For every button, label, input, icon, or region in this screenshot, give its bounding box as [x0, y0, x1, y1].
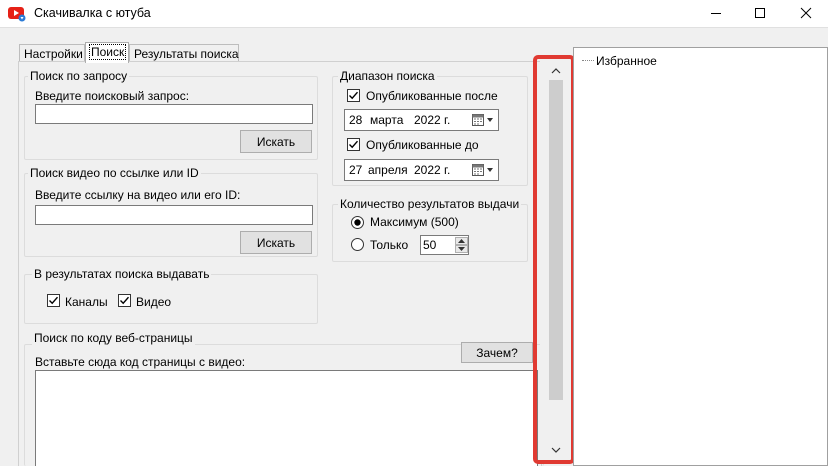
window-title: Скачивалка с ютуба — [34, 6, 151, 20]
minimize-icon — [710, 7, 722, 22]
results-include-legend: В результатах поиска выдавать — [32, 267, 212, 281]
tab-settings[interactable]: Настройки — [19, 44, 85, 62]
maximum-label: Максимум (500) — [370, 215, 459, 229]
published-after-checkbox[interactable] — [347, 89, 360, 102]
only-count-stepper[interactable]: 50 — [420, 235, 469, 255]
search-link-button[interactable]: Искать — [240, 231, 312, 254]
minimize-button[interactable] — [694, 0, 738, 28]
stepper-up-icon[interactable] — [455, 237, 468, 245]
published-after-date-picker[interactable]: 28 марта 2022 г. — [344, 109, 499, 131]
tab-search-results-label: Результаты поиска — [134, 47, 239, 61]
search-link-prompt: Введите ссылку на видео или его ID: — [35, 188, 241, 202]
date-year: 2022 г. — [414, 113, 451, 127]
video-link-input[interactable] — [35, 205, 313, 225]
published-before-label: Опубликованные до — [366, 138, 479, 152]
youtube-download-icon — [8, 6, 26, 22]
channels-checkbox[interactable] — [47, 294, 60, 307]
tab-settings-label: Настройки — [24, 47, 83, 61]
channels-label: Каналы — [65, 295, 108, 309]
calendar-icon — [472, 164, 496, 180]
date-day: 28 — [349, 113, 363, 127]
check-icon — [349, 91, 359, 100]
published-before-checkbox[interactable] — [347, 138, 360, 151]
title-bar: Скачивалка с ютуба — [0, 0, 828, 28]
videos-label: Видео — [136, 295, 172, 309]
why-button[interactable]: Зачем? — [461, 342, 533, 363]
tab-search-label: Поиск — [88, 44, 127, 60]
close-button[interactable] — [784, 0, 828, 28]
search-query-button[interactable]: Искать — [240, 130, 312, 153]
search-query-legend: Поиск по запросу — [28, 69, 130, 83]
page-code-legend: Поиск по коду веб-страницы — [32, 331, 195, 345]
check-icon — [120, 296, 130, 305]
tab-search[interactable]: Поиск — [85, 42, 129, 63]
search-link-legend: Поиск видео по ссылке или ID — [28, 166, 201, 180]
only-count-value: 50 — [423, 238, 437, 252]
check-icon — [349, 140, 359, 149]
search-query-prompt: Введите поисковый запрос: — [35, 89, 190, 103]
maximize-button[interactable] — [738, 0, 782, 28]
calendar-icon — [472, 114, 496, 130]
date-day: 27 — [349, 163, 363, 177]
page-code-textarea[interactable] — [35, 370, 538, 466]
stepper-down-icon[interactable] — [455, 245, 468, 253]
published-before-date-picker[interactable]: 27 апреля 2022 г. — [344, 159, 499, 181]
only-label: Только — [370, 238, 409, 252]
scrollbar-highlight-frame — [533, 55, 575, 464]
results-count-legend: Количество результатов выдачи — [338, 197, 522, 211]
date-range-legend: Диапазон поиска — [338, 69, 437, 83]
close-icon — [800, 7, 812, 22]
date-month: марта — [370, 113, 404, 127]
published-after-label: Опубликованные после — [366, 89, 498, 103]
search-query-input[interactable] — [35, 104, 313, 124]
page-code-prompt: Вставьте сюда код страницы с видео: — [35, 355, 246, 369]
maximum-radio[interactable] — [351, 216, 364, 229]
tab-search-results[interactable]: Результаты поиска — [129, 44, 239, 62]
radio-dot-icon — [354, 219, 361, 226]
tree-connector-line — [582, 60, 594, 61]
favorites-tree[interactable]: Избранное — [573, 47, 828, 466]
tree-node-favorites[interactable]: Избранное — [596, 54, 657, 68]
date-year: 2022 г. — [414, 163, 451, 177]
check-icon — [49, 296, 59, 305]
only-radio[interactable] — [351, 238, 364, 251]
date-month: апреля — [368, 163, 408, 177]
maximize-icon — [754, 7, 766, 22]
videos-checkbox[interactable] — [118, 294, 131, 307]
